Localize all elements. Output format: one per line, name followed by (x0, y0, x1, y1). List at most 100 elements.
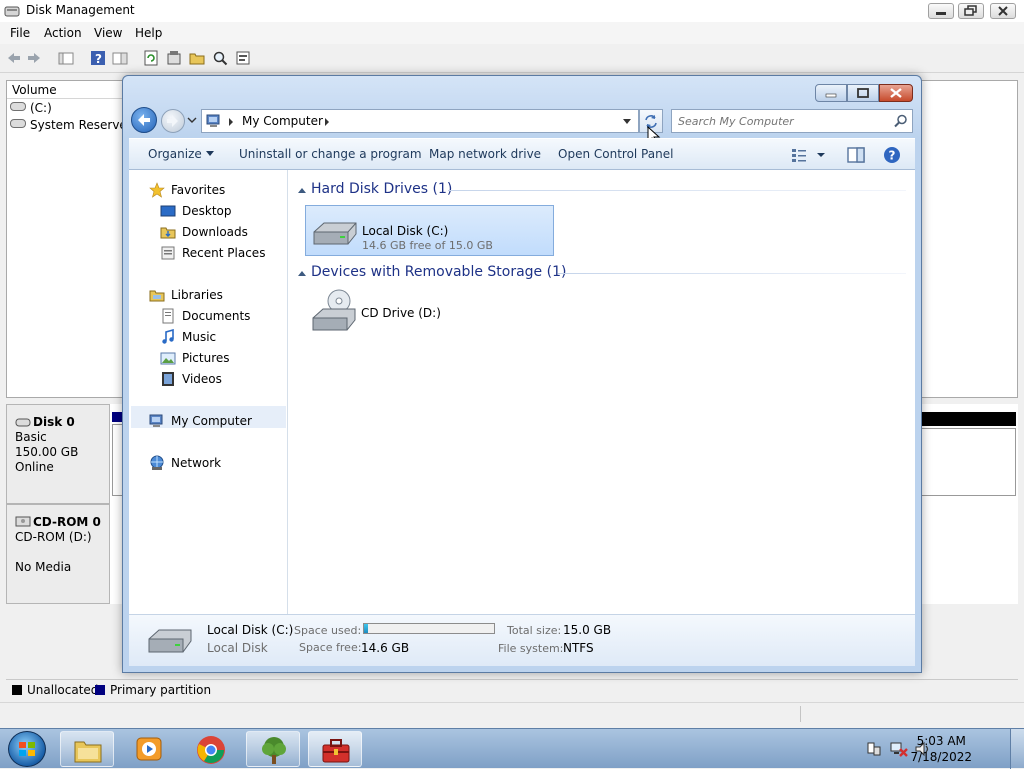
minimize-button[interactable] (928, 3, 954, 19)
recent-pages-chevron-icon[interactable] (187, 116, 197, 124)
window-title: Disk Management (26, 3, 135, 17)
details-type: Local Disk (207, 641, 268, 655)
computer-icon (206, 113, 222, 129)
disk-status: Online (15, 460, 54, 474)
toolbar: ? (0, 44, 1024, 73)
disk-type: CD-ROM (D:) (15, 530, 92, 544)
explorer-close-button[interactable] (879, 84, 913, 102)
nav-favorites[interactable]: Favorites (149, 182, 225, 198)
back-button[interactable] (131, 107, 157, 133)
properties-icon[interactable] (112, 50, 128, 66)
space-used-fill (364, 624, 368, 633)
unallocated-bar (920, 412, 1016, 426)
drive-c-free-space: 14.6 GB free of 15.0 GB (362, 239, 493, 252)
search-input[interactable] (678, 113, 883, 129)
nav-videos[interactable]: Videos (160, 372, 222, 386)
back-arrow-icon[interactable] (6, 50, 22, 66)
help-icon[interactable]: ? (90, 50, 106, 66)
taskbar-clock[interactable]: 5:03 AM 7/18/2022 (910, 733, 972, 765)
drive-c-name: Local Disk (C:) (362, 224, 449, 238)
clock-date: 7/18/2022 (910, 750, 972, 764)
group-hard-disk-drives[interactable]: Hard Disk Drives (1) (311, 181, 452, 197)
volume-row[interactable]: System Reserved (10, 118, 134, 132)
network-disconnected-icon[interactable] (890, 741, 908, 757)
forward-button[interactable] (161, 109, 185, 133)
volume-column-header[interactable]: Volume (7, 81, 125, 99)
nav-libraries[interactable]: Libraries (149, 288, 223, 302)
drive-d-tile[interactable]: CD Drive (D:) (305, 288, 465, 338)
taskbar-chrome-button[interactable] (184, 731, 238, 767)
disk-properties-icon[interactable] (235, 50, 251, 66)
explorer-minimize-button[interactable] (815, 84, 847, 102)
restore-button[interactable] (958, 3, 984, 19)
breadcrumb-arrow-icon[interactable] (324, 118, 330, 126)
file-system-label: File system: (498, 642, 564, 655)
change-view-icon[interactable] (791, 147, 827, 163)
nav-downloads[interactable]: Downloads (160, 225, 248, 239)
legend-unallocated: Unallocated (12, 683, 98, 697)
cd-drive-icon (309, 288, 357, 332)
taskbar-media-player-button[interactable] (122, 731, 176, 767)
start-button[interactable] (8, 731, 46, 767)
forward-arrow-icon[interactable] (26, 50, 42, 66)
breadcrumb-my-computer[interactable]: My Computer (242, 114, 323, 128)
nav-recent-places[interactable]: Recent Places (160, 246, 265, 260)
close-button[interactable] (990, 3, 1016, 19)
action-center-icon[interactable] (866, 741, 882, 757)
help-icon[interactable]: ? (883, 146, 901, 164)
group-removable-storage[interactable]: Devices with Removable Storage (1) (311, 264, 566, 280)
disk-management-titlebar[interactable]: Disk Management (0, 0, 1024, 23)
address-bar[interactable]: My Computer (201, 109, 639, 133)
space-used-bar (363, 623, 495, 634)
address-dropdown-icon[interactable] (622, 119, 632, 125)
settings-icon[interactable] (166, 50, 182, 66)
open-control-panel-button[interactable]: Open Control Panel (558, 147, 673, 161)
desktop-icon (160, 203, 176, 219)
explorer-maximize-button[interactable] (847, 84, 879, 102)
drive-c-tile[interactable]: Local Disk (C:) 14.6 GB free of 15.0 GB (305, 205, 554, 256)
search-icon[interactable] (894, 114, 908, 128)
folder-open-icon[interactable] (189, 50, 205, 66)
breadcrumb-arrow-icon[interactable] (228, 118, 234, 126)
svg-text:?: ? (889, 149, 896, 163)
organize-menu[interactable]: Organize (148, 147, 214, 161)
refresh-icon[interactable] (143, 50, 159, 66)
nav-network[interactable]: Network (149, 455, 221, 471)
taskbar-disk-management-button[interactable] (308, 731, 362, 767)
space-used-label: Space used: (294, 624, 362, 637)
clock-time: 5:03 AM (916, 734, 966, 748)
uninstall-program-button[interactable]: Uninstall or change a program (239, 147, 422, 161)
command-bar: Organize Uninstall or change a program M… (129, 138, 915, 170)
network-icon (149, 455, 165, 471)
media-player-icon (136, 737, 162, 761)
menu-help[interactable]: Help (135, 26, 162, 40)
collapse-arrow-icon[interactable] (298, 269, 306, 277)
console-tree-icon[interactable] (58, 50, 74, 66)
preview-pane-icon[interactable] (847, 147, 865, 163)
explorer-window[interactable]: My Computer Organize Uninstall or change… (122, 75, 922, 673)
search-icon[interactable] (212, 50, 228, 66)
nav-documents[interactable]: Documents (160, 308, 250, 324)
map-network-drive-button[interactable]: Map network drive (429, 147, 541, 161)
toolbox-icon (321, 736, 351, 764)
menu-file[interactable]: File (10, 26, 30, 40)
search-box[interactable] (671, 109, 913, 133)
nav-music[interactable]: Music (160, 329, 216, 344)
nav-desktop[interactable]: Desktop (160, 204, 232, 218)
nav-my-computer[interactable]: My Computer (149, 414, 252, 428)
cdrom-0-label[interactable]: CD-ROM 0 CD-ROM (D:) No Media (6, 504, 110, 604)
volume-row[interactable]: (C:) (10, 101, 52, 115)
drive-icon (10, 119, 26, 128)
menu-action[interactable]: Action (44, 26, 82, 40)
taskbar-explorer-button[interactable] (60, 731, 114, 767)
show-desktop-button[interactable] (1010, 729, 1024, 769)
taskbar: 5:03 AM 7/18/2022 (0, 728, 1024, 769)
disk-0-label[interactable]: Disk 0 Basic 150.00 GB Online (6, 404, 110, 504)
taskbar-tree-app-button[interactable] (246, 731, 300, 767)
nav-pictures[interactable]: Pictures (160, 351, 230, 365)
collapse-arrow-icon[interactable] (298, 186, 306, 194)
svg-text:?: ? (95, 52, 102, 66)
status-divider (800, 706, 801, 722)
unallocated-block[interactable] (920, 428, 1016, 496)
menu-view[interactable]: View (94, 26, 122, 40)
